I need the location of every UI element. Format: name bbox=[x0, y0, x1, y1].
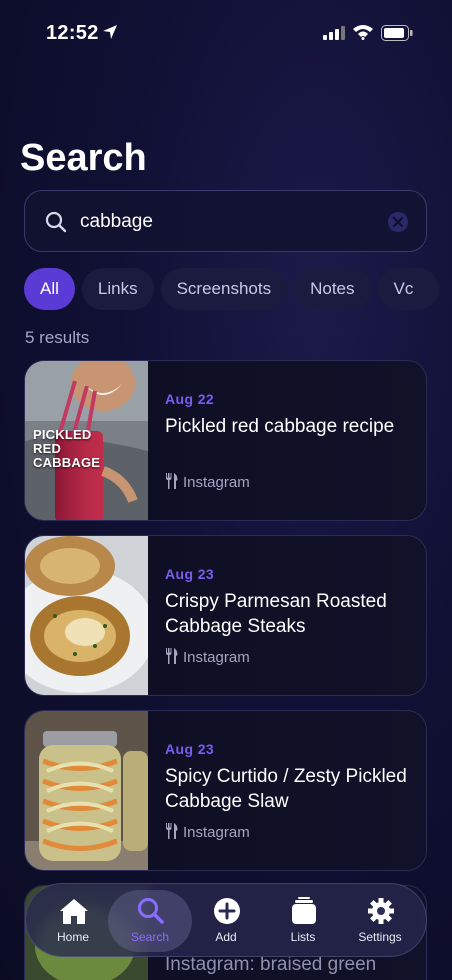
page-title: Search bbox=[20, 137, 147, 179]
filter-chip-all[interactable]: All bbox=[24, 268, 75, 310]
result-card[interactable]: Aug 23 Spicy Curtido / Zesty Pickled Cab… bbox=[24, 710, 427, 871]
result-source-label: Instagram bbox=[183, 649, 250, 666]
add-icon bbox=[214, 898, 240, 924]
tab-label: Search bbox=[130, 930, 170, 944]
filter-chip-notes[interactable]: Notes bbox=[294, 268, 371, 310]
result-thumbnail: PICKLED RED CABBAGE bbox=[25, 361, 148, 520]
result-title: Crispy Parmesan Roasted Cabbage Steaks bbox=[165, 591, 387, 637]
results-count: 5 results bbox=[25, 328, 90, 347]
tab-label: Lists bbox=[290, 930, 316, 944]
battery-icon bbox=[381, 25, 413, 41]
search-box[interactable] bbox=[24, 190, 427, 252]
status-time: 12:52 bbox=[46, 22, 99, 44]
fork-knife-icon bbox=[166, 648, 178, 664]
cellular-signal-icon bbox=[323, 26, 345, 40]
result-card[interactable]: PICKLED RED CABBAGE Aug 22 Pickled red c… bbox=[24, 360, 427, 521]
result-thumbnail bbox=[25, 711, 148, 870]
result-source: Instagram bbox=[165, 473, 250, 491]
result-source: Instagram bbox=[165, 823, 250, 841]
wifi-icon bbox=[353, 25, 373, 40]
gear-icon bbox=[368, 898, 394, 924]
clear-search-icon[interactable] bbox=[387, 211, 409, 233]
result-date: Aug 23 bbox=[165, 566, 215, 582]
home-icon bbox=[60, 899, 88, 924]
filter-chip-voice[interactable]: Vc bbox=[377, 268, 440, 310]
result-card[interactable]: Aug 23 Crispy Parmesan Roasted Cabbage S… bbox=[24, 535, 427, 696]
search-icon bbox=[138, 898, 164, 924]
tab-label: Home bbox=[56, 930, 89, 944]
status-bar: 12:52 bbox=[0, 0, 452, 70]
tab-label: Add bbox=[215, 930, 237, 944]
tab-lists[interactable]: Lists bbox=[263, 884, 343, 958]
fork-knife-icon bbox=[166, 473, 178, 489]
search-input[interactable] bbox=[80, 208, 380, 236]
filter-chips: All Links Screenshots Notes Vc bbox=[24, 268, 452, 312]
location-arrow-icon bbox=[103, 25, 117, 39]
tab-settings[interactable]: Settings bbox=[340, 884, 420, 958]
tab-label: Settings bbox=[358, 930, 402, 944]
tab-home[interactable]: Home bbox=[33, 884, 113, 958]
result-date: Aug 23 bbox=[165, 741, 215, 757]
result-title: Spicy Curtido / Zesty Pickled Cabbage Sl… bbox=[165, 766, 407, 812]
result-source: Instagram bbox=[165, 648, 250, 666]
search-icon bbox=[45, 211, 67, 233]
result-title: Pickled red cabbage recipe bbox=[165, 416, 395, 437]
tab-search[interactable]: Search bbox=[110, 884, 190, 958]
result-thumbnail bbox=[25, 536, 148, 695]
result-source-label: Instagram bbox=[183, 474, 250, 491]
fork-knife-icon bbox=[166, 823, 178, 839]
tab-bar: Home Search Add Lists Settings bbox=[25, 883, 427, 957]
filter-chip-links[interactable]: Links bbox=[81, 268, 154, 310]
tab-add[interactable]: Add bbox=[186, 884, 266, 958]
thumbnail-caption: PICKLED RED CABBAGE bbox=[33, 427, 101, 470]
lists-icon bbox=[292, 897, 316, 924]
filter-chip-screenshots[interactable]: Screenshots bbox=[160, 268, 288, 310]
result-source-label: Instagram bbox=[183, 824, 250, 841]
result-date: Aug 22 bbox=[165, 391, 215, 407]
